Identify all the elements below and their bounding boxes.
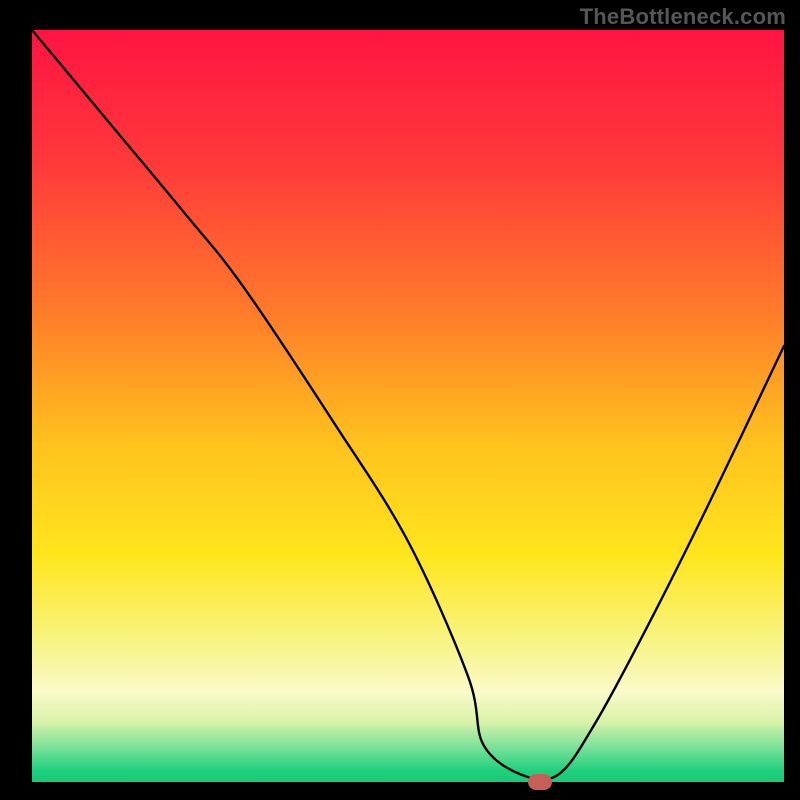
bottleneck-chart <box>0 0 800 800</box>
selected-point-marker <box>528 774 552 790</box>
chart-frame: TheBottleneck.com <box>0 0 800 800</box>
plot-background <box>32 30 784 782</box>
